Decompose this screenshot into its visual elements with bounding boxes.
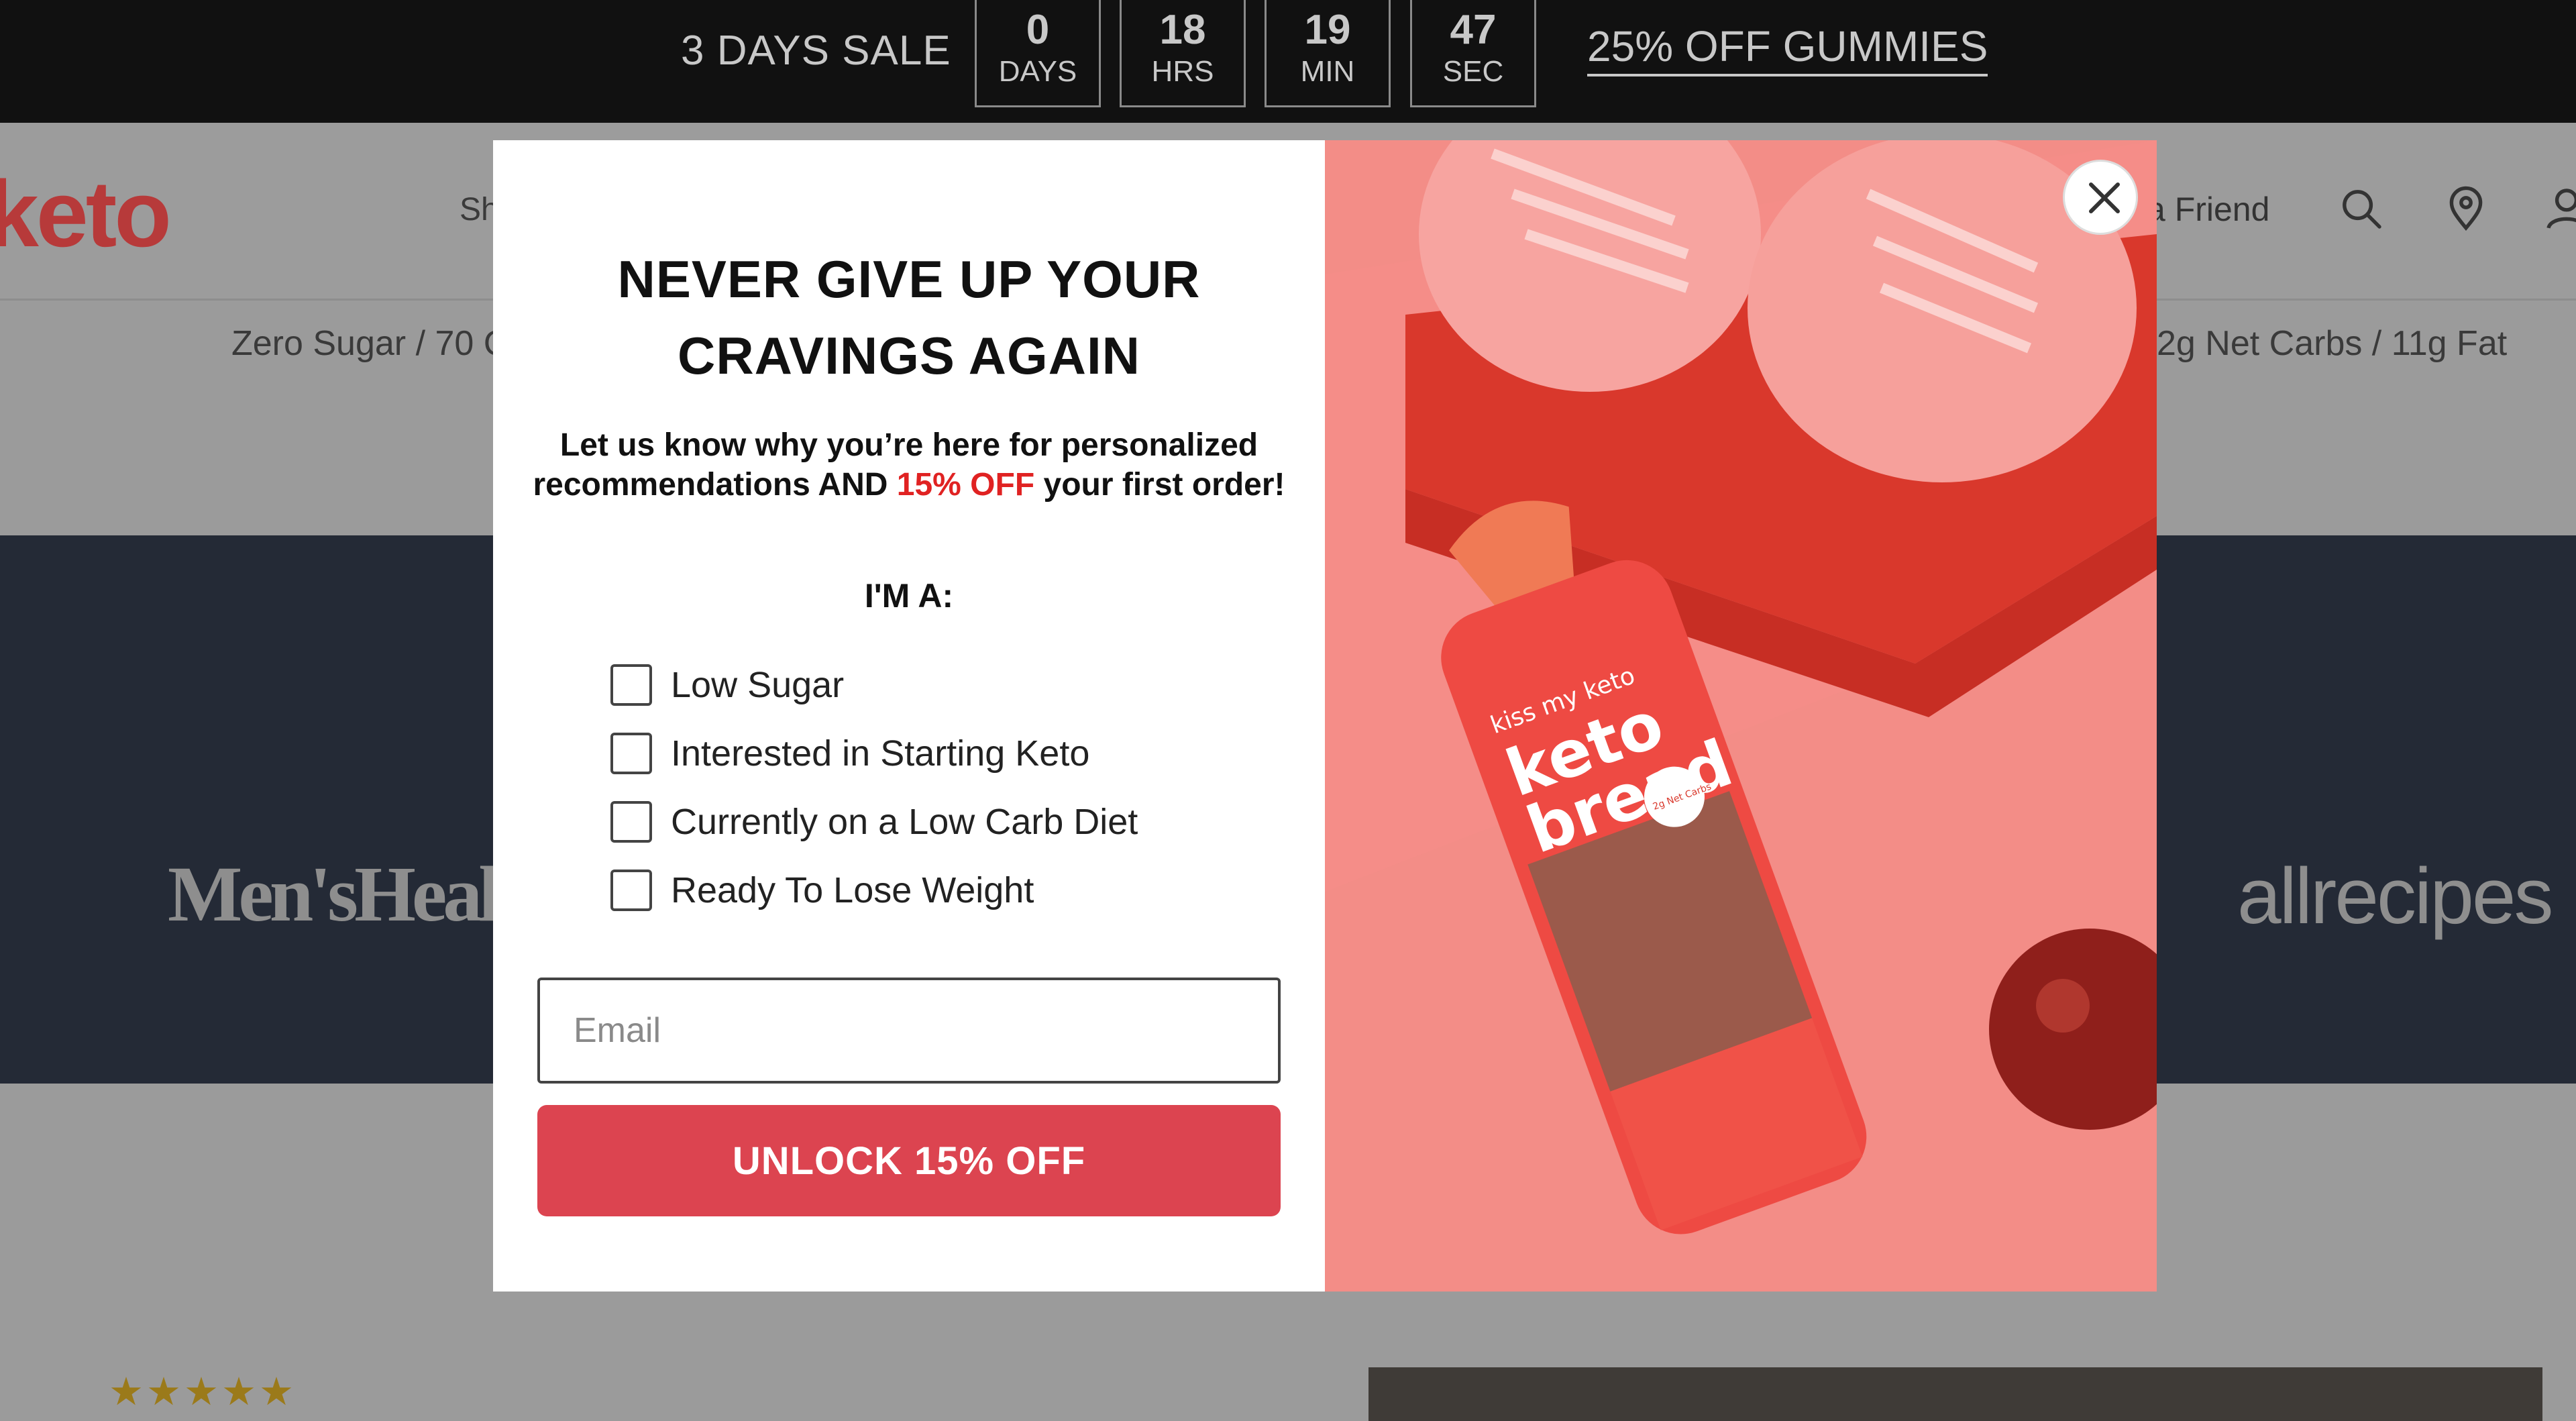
modal-description: Let us know why you’re here for personal…: [520, 425, 1298, 505]
review-photo: [1368, 1367, 2542, 1421]
search-icon[interactable]: [2337, 185, 2385, 233]
option-low-sugar[interactable]: Low Sugar: [610, 664, 844, 706]
product-spec-left: Zero Sugar / 70 C: [231, 324, 509, 363]
checkbox[interactable]: [610, 664, 652, 706]
option-label: Ready To Lose Weight: [671, 870, 1034, 910]
close-icon: [2089, 182, 2120, 213]
press-logo-allrecipes: allrecipes: [2237, 852, 2553, 941]
site-logo[interactable]: keto: [0, 160, 172, 268]
countdown-unit: HRS: [1151, 55, 1214, 88]
heading-line: NEVER GIVE UP YOUR: [617, 250, 1201, 309]
countdown-value: 0: [1026, 7, 1050, 53]
countdown-unit: MIN: [1300, 55, 1355, 88]
countdown-value: 18: [1159, 7, 1206, 53]
option-label: Interested in Starting Keto: [671, 733, 1090, 774]
countdown-days: 0 DAYS: [975, 0, 1101, 107]
description-text: your first order!: [1034, 467, 1285, 503]
close-button[interactable]: [2063, 160, 2138, 235]
option-low-carb-diet[interactable]: Currently on a Low Carb Diet: [610, 800, 1138, 843]
checkbox[interactable]: [610, 870, 652, 911]
countdown-unit: SEC: [1442, 55, 1504, 88]
promo-illustration: kiss my keto keto bread 2g Net Carbs: [1325, 140, 2157, 1292]
discount-highlight: 15% OFF: [896, 467, 1035, 503]
announcement-bar: 3 DAYS SALE 0 DAYS 18 HRS 19 MIN 47 SEC …: [0, 0, 2576, 123]
email-field[interactable]: [537, 978, 1281, 1084]
heading-line: CRAVINGS AGAIN: [677, 326, 1141, 385]
countdown-seconds: 47 SEC: [1410, 0, 1536, 107]
account-icon[interactable]: [2542, 185, 2576, 233]
modal-heading: NEVER GIVE UP YOUR CRAVINGS AGAIN: [493, 241, 1325, 394]
countdown-hours: 18 HRS: [1120, 0, 1246, 107]
checkbox[interactable]: [610, 733, 652, 774]
unlock-discount-button[interactable]: UNLOCK 15% OFF: [537, 1105, 1281, 1216]
option-label: Low Sugar: [671, 665, 845, 705]
nav-item-refer-friend[interactable]: a Friend: [2147, 190, 2269, 229]
countdown-value: 47: [1450, 7, 1497, 53]
sale-label: 3 DAYS SALE: [681, 28, 951, 74]
signup-form-panel: NEVER GIVE UP YOUR CRAVINGS AGAIN Let us…: [493, 140, 1325, 1292]
option-starting-keto[interactable]: Interested in Starting Keto: [610, 732, 1089, 775]
im-a-label: I'M A:: [864, 577, 954, 615]
rating-stars: ★★★★★: [109, 1370, 297, 1414]
promo-image: kiss my keto keto bread 2g Net Carbs: [1325, 140, 2157, 1292]
countdown-value: 19: [1304, 7, 1351, 53]
promo-link[interactable]: 25% OFF GUMMIES: [1587, 21, 1988, 76]
option-label: Currently on a Low Carb Diet: [671, 802, 1138, 842]
checkbox[interactable]: [610, 801, 652, 843]
product-spec-right: 2g Net Carbs / 11g Fat: [2157, 324, 2508, 363]
location-pin-icon[interactable]: [2442, 185, 2490, 233]
countdown-minutes: 19 MIN: [1265, 0, 1391, 107]
countdown-unit: DAYS: [998, 55, 1077, 88]
signup-modal: NEVER GIVE UP YOUR CRAVINGS AGAIN Let us…: [493, 140, 2157, 1292]
option-lose-weight[interactable]: Ready To Lose Weight: [610, 869, 1034, 912]
